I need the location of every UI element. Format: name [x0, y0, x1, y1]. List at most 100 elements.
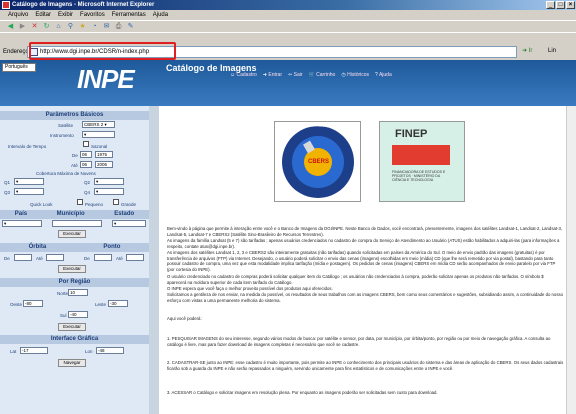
nav-cadastro[interactable]: ☺ Cadastro — [230, 72, 257, 78]
close-button[interactable]: × — [566, 1, 575, 9]
satelite-label: Satélite — [58, 123, 74, 128]
favorites-icon[interactable]: ★ — [78, 22, 87, 31]
window-title-bar: Catálogo de Imagens - Microsoft Internet… — [0, 0, 576, 10]
mail-icon[interactable]: ✉ — [102, 22, 111, 31]
executar-button-3[interactable]: Executar — [58, 323, 86, 331]
q1-select[interactable]: ▾ — [14, 178, 44, 185]
address-highlight-box — [29, 42, 176, 60]
language-select[interactable]: Português — [2, 63, 36, 72]
lon-label: Lon — [85, 349, 93, 354]
ponto-ate-label: Até — [116, 256, 123, 261]
links-label[interactable]: Lin — [548, 48, 556, 54]
window-title: Catálogo de Imagens - Microsoft Internet… — [12, 2, 155, 8]
leste-label: Leste — [95, 302, 107, 307]
q3-select[interactable]: ▾ — [14, 188, 44, 195]
refresh-icon[interactable]: ↻ — [42, 22, 51, 31]
menu-favorites[interactable]: Favoritos — [80, 12, 105, 18]
de-year-input[interactable]: 1975 — [95, 151, 113, 158]
stop-icon[interactable]: ✕ — [30, 22, 39, 31]
de-label: De — [72, 153, 78, 158]
nav-ajuda[interactable]: ? Ajuda — [375, 72, 392, 78]
edit-icon[interactable]: ✎ — [126, 22, 135, 31]
ponto-ate-input[interactable] — [126, 254, 144, 261]
browser-toolbar: ◀ ▶ ✕ ↻ ⌂ ⚲ ★ ◔ ✉ ⎙ ✎ — [0, 20, 576, 32]
nav-historicos[interactable]: ◷ Históricos — [341, 72, 369, 78]
instrumento-select[interactable]: ▾ — [82, 131, 115, 138]
menu-view[interactable]: Exibir — [58, 12, 73, 18]
nav-entrar-label: Entrar — [268, 72, 283, 78]
ate-year-input[interactable]: 2006 — [95, 161, 113, 168]
finep-emblem — [392, 145, 450, 165]
minimize-button[interactable]: _ — [546, 1, 555, 9]
home-icon[interactable]: ⌂ — [54, 22, 63, 31]
ponto-de-input[interactable] — [94, 254, 112, 261]
satelite-select[interactable]: CBERS 2 ▾ — [82, 121, 115, 128]
norte-label: Norte — [57, 291, 69, 296]
proveito-paragraph: O INPE espera que você faça o melhor pro… — [167, 286, 333, 291]
go-button[interactable]: ➜ Ir — [522, 47, 532, 54]
nav-entrar[interactable]: ➜ Entrar — [263, 72, 282, 78]
oeste-label: Oeste — [10, 302, 23, 307]
orbita-ate-input[interactable] — [46, 254, 64, 261]
ponto-de-label: De — [84, 256, 90, 261]
nav-carrinho-label: Carrinho — [316, 72, 336, 78]
estado-select[interactable]: ▾ — [112, 220, 146, 227]
go-label: Ir — [528, 48, 533, 54]
page-scrollbar[interactable] — [566, 106, 576, 414]
top-nav: ☺ Cadastro ➜ Entrar ⇦ Sair 🛒 Carrinho ◷ … — [230, 72, 392, 78]
executar-button-2[interactable]: Executar — [58, 265, 86, 273]
grande-label: Grande — [121, 202, 137, 207]
q2-select[interactable]: ▾ — [94, 178, 124, 185]
ate-label: Até — [71, 163, 78, 168]
sazonal-checkbox[interactable] — [83, 141, 89, 147]
cbers-text: CBERS — [308, 159, 330, 165]
pequeno-label: Pequeno — [85, 202, 104, 207]
nav-sair[interactable]: ⇦ Sair — [288, 72, 303, 78]
instrumento-label: Instrumento — [50, 133, 74, 138]
inpe-logo: INPE — [77, 64, 135, 94]
interface-header: Interface Gráfica — [0, 335, 149, 344]
nav-historicos-label: Históricos — [347, 72, 370, 78]
ie-icon — [2, 1, 10, 9]
history-icon[interactable]: ◔ — [90, 22, 99, 31]
back-icon[interactable]: ◀ — [6, 22, 15, 31]
lat-input[interactable]: -17 — [20, 347, 48, 354]
language-value: Português — [5, 64, 28, 70]
leste-input[interactable]: -30 — [108, 300, 128, 307]
orbita-ponto-header: Órbita Ponto — [0, 243, 149, 252]
left-panel-scrollbar[interactable] — [149, 106, 159, 414]
norte-input[interactable]: 10 — [68, 289, 88, 296]
orbita-de-input[interactable] — [14, 254, 32, 261]
de-month-input[interactable]: 06 — [80, 151, 92, 158]
pequeno-radio[interactable] — [77, 199, 83, 205]
q4-select[interactable]: ▾ — [94, 188, 124, 195]
search-icon[interactable]: ⚲ — [66, 22, 75, 31]
menu-tools[interactable]: Ferramentas — [112, 12, 146, 18]
pais-select[interactable]: ▾ — [2, 220, 42, 227]
credenciado-paragraph: O usuário credenciado no cadastro de com… — [167, 274, 544, 285]
menu-help[interactable]: Ajuda — [153, 12, 168, 18]
lon-input[interactable]: -48 — [96, 347, 124, 354]
maximize-button[interactable]: □ — [556, 1, 565, 9]
nav-carrinho[interactable]: 🛒 Carrinho — [309, 72, 336, 78]
orbita-label: Órbita — [28, 244, 47, 250]
grande-radio[interactable] — [113, 199, 119, 205]
search-panel: Parâmetros Básicos Satélite CBERS 2 ▾ In… — [0, 106, 159, 414]
item-cadastrar: 2. CADASTRAR-SE junto ao INPE: esse cada… — [167, 360, 564, 371]
menu-file[interactable]: Arquivo — [8, 12, 28, 18]
oeste-input[interactable]: -80 — [23, 300, 43, 307]
sul-input[interactable]: -40 — [68, 311, 88, 318]
menu-bar: Arquivo Editar Exibir Favoritos Ferramen… — [0, 10, 576, 20]
municipio-input[interactable] — [52, 220, 102, 227]
navegar-button[interactable]: Navegar — [58, 359, 86, 367]
municipio-label: Município — [56, 211, 85, 217]
forward-icon[interactable]: ▶ — [18, 22, 27, 31]
sazonal-label: Sazonal — [91, 144, 108, 149]
print-icon[interactable]: ⎙ — [114, 22, 123, 31]
estado-label: Estado — [114, 211, 135, 217]
ate-month-input[interactable]: 06 — [80, 161, 92, 168]
intro-paragraph: Bem-vindo à página que permite à interaç… — [167, 226, 563, 237]
executar-button-1[interactable]: Executar — [58, 230, 86, 238]
menu-edit[interactable]: Editar — [35, 12, 51, 18]
window-controls: _ □ × — [546, 1, 575, 9]
